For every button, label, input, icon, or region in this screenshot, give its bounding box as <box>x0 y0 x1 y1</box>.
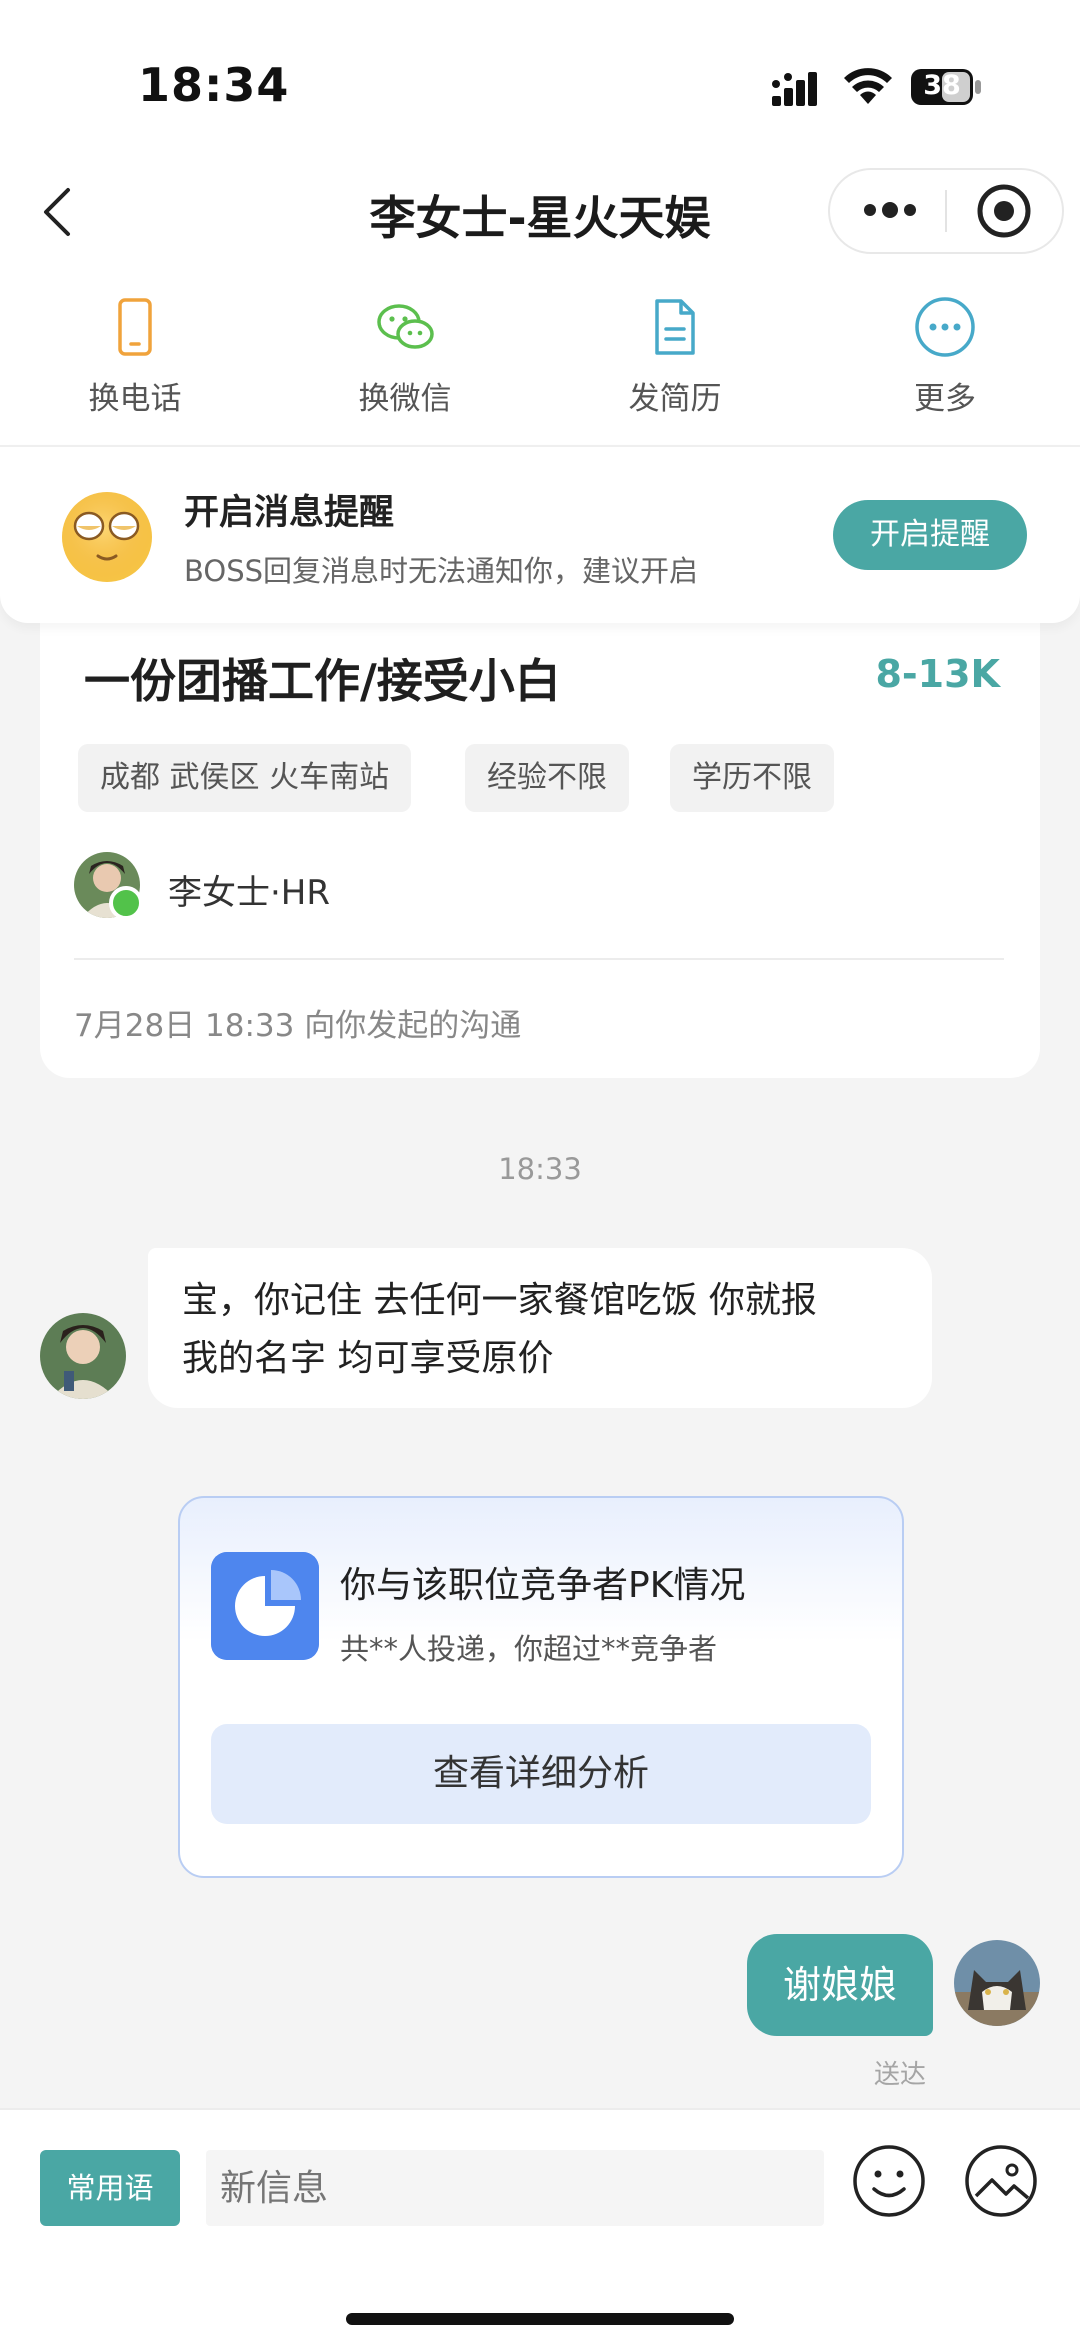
battery-icon: 38 <box>910 68 982 106</box>
page-title: 李女士-星火天娱 <box>369 191 711 245</box>
wifi-icon <box>844 68 892 104</box>
job-salary: 8-13K <box>875 652 1000 696</box>
action-label: 换微信 <box>358 381 452 417</box>
back-arrow-icon[interactable] <box>38 182 78 242</box>
message-input[interactable] <box>206 2150 824 2226</box>
pk-card-title: 你与该职位竞争者PK情况 <box>340 1565 746 1606</box>
my-avatar[interactable] <box>954 1940 1040 2026</box>
message-line: 宝，你记住 去任何一家餐馆吃饭 你就报 <box>182 1280 817 1321</box>
reminder-title: 开启消息提醒 <box>184 493 395 533</box>
action-more[interactable]: 更多 <box>855 295 1035 418</box>
battery-level: 38 <box>923 70 961 101</box>
view-analysis-button[interactable]: 查看详细分析 <box>211 1724 871 1824</box>
close-miniprogram-icon[interactable] <box>975 182 1033 240</box>
enable-reminder-button[interactable]: 开启提醒 <box>833 500 1027 570</box>
pk-card-subtitle: 共**人投递，你超过**竞争者 <box>340 1632 718 1666</box>
wechat-icon <box>377 304 434 349</box>
job-title: 一份团播工作/接受小白 <box>84 654 561 708</box>
sleepy-face-icon <box>62 492 152 582</box>
action-label: 发简历 <box>628 381 722 417</box>
phone-icon <box>118 298 152 356</box>
message-line: 我的名字 均可享受原价 <box>182 1338 554 1379</box>
home-indicator-area <box>0 2258 1080 2348</box>
action-change-wechat[interactable]: 换微信 <box>315 295 495 418</box>
pie-chart-icon <box>211 1552 319 1660</box>
conversation-start-info: 7月28日 18:33 向你发起的沟通 <box>74 1008 522 1044</box>
home-indicator[interactable] <box>346 2313 734 2325</box>
message-status: 送达 <box>874 2060 927 2090</box>
action-send-resume[interactable]: 发简历 <box>585 295 765 418</box>
status-time: 18:34 <box>138 58 290 112</box>
capsule-divider <box>945 190 947 232</box>
more-icon <box>915 297 975 357</box>
job-tag-education: 学历不限 <box>670 744 834 812</box>
online-status-dot <box>109 886 143 920</box>
emoji-icon[interactable] <box>850 2142 928 2220</box>
more-dots-icon[interactable] <box>860 195 920 225</box>
job-tag-location: 成都 武侯区 火车南站 <box>78 744 412 812</box>
job-tag-experience: 经验不限 <box>465 744 629 812</box>
recruiter-message-bubble[interactable]: 宝，你记住 去任何一家餐馆吃饭 你就报 我的名字 均可享受原价 <box>148 1248 932 1408</box>
quick-phrases-button[interactable]: 常用语 <box>40 2150 180 2226</box>
cellular-signal-icon <box>772 72 817 106</box>
chat-timestamp: 18:33 <box>498 1152 582 1186</box>
my-message-bubble[interactable]: 谢娘娘 <box>747 1934 933 2036</box>
image-picker-icon[interactable] <box>962 2142 1040 2220</box>
reminder-subtitle: BOSS回复消息时无法通知你，建议开启 <box>184 554 699 588</box>
recruiter-avatar[interactable] <box>40 1313 126 1399</box>
action-label: 换电话 <box>88 381 182 417</box>
hr-name: 李女士·HR <box>168 873 330 913</box>
divider <box>74 958 1004 960</box>
resume-icon <box>655 299 695 355</box>
action-label: 更多 <box>914 381 976 417</box>
action-change-phone[interactable]: 换电话 <box>45 295 225 418</box>
